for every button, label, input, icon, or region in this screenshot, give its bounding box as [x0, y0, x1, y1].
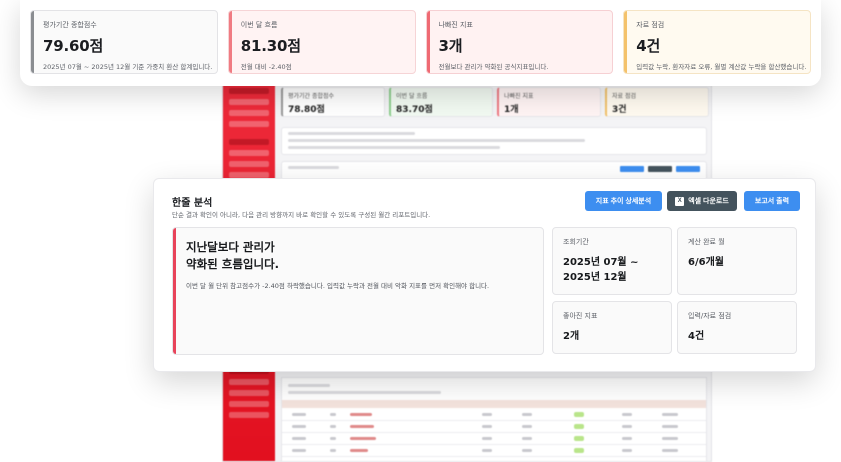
excel-download-button-label: 엑셀 다운로드	[688, 198, 729, 205]
stat-improved: 좋아진 지표 2개	[552, 301, 672, 354]
panel-title: 한줄 분석	[172, 198, 213, 209]
analysis-headline-line1: 지난달보다 관리가	[186, 240, 275, 254]
kpi-value: 3개	[438, 37, 463, 55]
trend-detail-button-label: 지표 추이 상세분석	[595, 198, 652, 205]
analysis-headline: 지난달보다 관리가 약화된 흐름입니다.	[186, 239, 279, 273]
kpi-panel: 평가기간 종합점수 79.60점 2025년 07월 ~ 2025년 12월 기…	[20, 0, 821, 86]
kpi-label: 자료 점검	[636, 21, 665, 29]
kpi-label: 나빠진 지표	[438, 21, 473, 29]
stat-label: 계산 완료 월	[688, 238, 725, 246]
analysis-headline-card: 지난달보다 관리가 약화된 흐름입니다. 이번 달 월 단위 참고점수가 -2.…	[172, 227, 544, 355]
period-end: 2025년 12월	[563, 272, 627, 283]
analysis-headline-line2: 약화된 흐름입니다.	[186, 257, 280, 271]
kpi-subtext: 전월 대비 -2.40점	[240, 63, 292, 71]
stat-value: 6/6개월	[688, 257, 724, 268]
kpi-label: 평가기간 종합점수	[43, 21, 97, 29]
excel-icon: X	[675, 196, 685, 206]
stat-label: 좋아진 지표	[563, 312, 598, 320]
stat-input-check: 입력/자료 점검 4건	[677, 301, 797, 354]
kpi-subtext: 입력값 누락, 환자자료 오류, 월별 계산값 누락을 합산했습니다.	[636, 63, 807, 71]
kpi-card-monthly-flow: 이번 달 흐름 81.30점 전월 대비 -2.40점	[227, 10, 416, 74]
kpi-subtext: 전월보다 관리가 약화된 공식지표입니다.	[438, 63, 549, 71]
stat-calc-complete: 계산 완료 월 6/6개월	[677, 227, 797, 295]
stat-value: 4건	[688, 331, 705, 342]
stat-period: 조회기간 2025년 07월 ~ 2025년 12월	[552, 227, 672, 295]
summary-panel: 한줄 분석 단순 결과 확인이 아니라, 다음 관리 방향까지 바로 확인할 수…	[153, 178, 816, 372]
stat-value: 2개	[563, 331, 580, 342]
kpi-value: 79.60점	[43, 37, 104, 55]
stat-value: 2025년 07월 ~ 2025년 12월	[563, 255, 661, 285]
kpi-card-data-check: 자료 점검 4건 입력값 누락, 환자자료 오류, 월별 계산값 누락을 합산했…	[623, 10, 811, 74]
print-report-button-label: 보고서 출력	[754, 198, 790, 205]
period-start: 2025년 07월 ~	[563, 257, 639, 268]
print-report-button[interactable]: 보고서 출력	[744, 191, 800, 211]
kpi-subtext: 2025년 07월 ~ 2025년 12월 기준 가중치 환산 합계입니다.	[43, 63, 213, 71]
kpi-label: 이번 달 흐름	[240, 21, 278, 29]
stat-label: 입력/자료 점검	[688, 312, 732, 320]
analysis-description: 이번 달 월 단위 참고점수가 -2.40점 하락했습니다. 입력값 누락과 전…	[186, 282, 490, 290]
report-screenshot: 평가기간 종합점수 78.80점 이번 달 흐름 83.70점 나빠진 지표 1개 자…	[0, 0, 841, 462]
panel-subtitle: 단순 결과 확인이 아니라, 다음 관리 방향까지 바로 확인할 수 있도록 구…	[172, 211, 431, 219]
stat-label: 조회기간	[563, 238, 589, 246]
kpi-card-worsened-indicators: 나빠진 지표 3개 전월보다 관리가 약화된 공식지표입니다.	[425, 10, 614, 74]
kpi-card-total-score: 평가기간 종합점수 79.60점 2025년 07월 ~ 2025년 12월 기…	[30, 10, 218, 74]
excel-download-button[interactable]: X 엑셀 다운로드	[667, 191, 737, 211]
kpi-value: 4건	[636, 37, 661, 55]
trend-detail-button[interactable]: 지표 추이 상세분석	[585, 191, 662, 211]
kpi-value: 81.30점	[240, 37, 301, 55]
